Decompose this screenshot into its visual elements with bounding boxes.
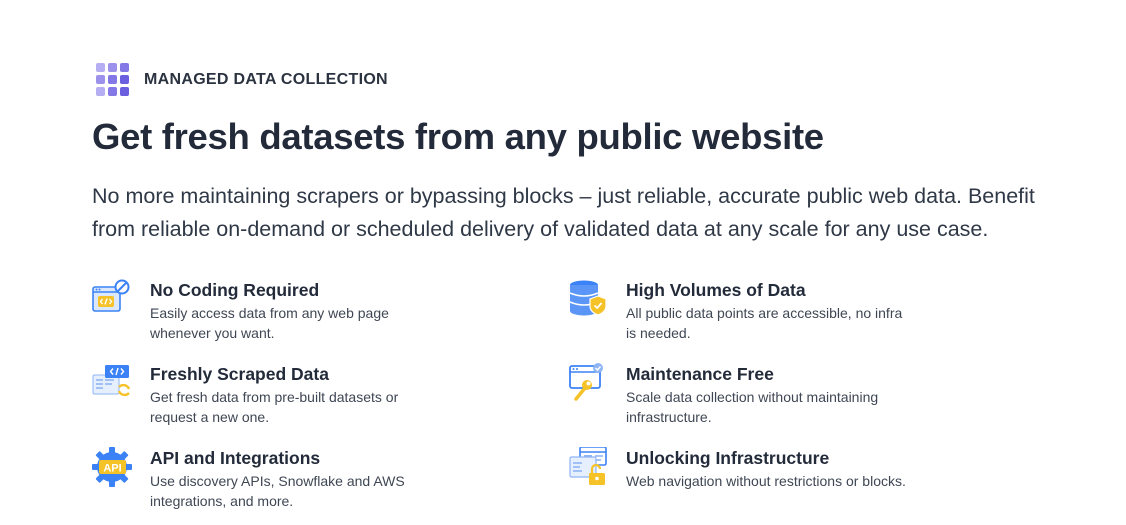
refresh-code-icon (92, 363, 132, 403)
feature-title: High Volumes of Data (626, 280, 806, 300)
feature-description: Get fresh data from pre-built datasets o… (150, 389, 399, 425)
feature-maintenance-free: Maintenance Free Scale data collection w… (568, 363, 916, 427)
page-title: Get fresh datasets from any public websi… (92, 116, 824, 157)
grid-dot (96, 87, 105, 96)
feature-unlocking-infrastructure: Unlocking Infrastructure Web navigation … (568, 446, 916, 492)
page-description: No more maintaining scrapers or bypassin… (92, 184, 1035, 241)
feature-description: All public data points are accessible, n… (626, 305, 903, 341)
feature-high-volumes: High Volumes of Data All public data poi… (568, 279, 916, 343)
api-gear-icon: API (92, 447, 132, 487)
section-eyebrow: MANAGED DATA COLLECTION (96, 63, 388, 97)
grid-dot (96, 75, 105, 84)
grid-dot (120, 87, 129, 96)
eyebrow-label: MANAGED DATA COLLECTION (144, 71, 388, 88)
grid-dot (108, 75, 117, 84)
feature-title: Freshly Scraped Data (150, 364, 329, 384)
unlock-window-icon (568, 446, 608, 487)
feature-no-coding: No Coding Required Easily access data fr… (92, 279, 440, 343)
svg-text:API: API (103, 463, 121, 475)
grid-dot (108, 63, 117, 72)
feature-description: Scale data collection without maintainin… (626, 389, 879, 425)
feature-title: API and Integrations (150, 448, 321, 468)
feature-description: Web navigation without restrictions or b… (626, 473, 906, 489)
wrench-window-icon (568, 363, 608, 403)
grid-dot (96, 63, 105, 72)
feature-title: No Coding Required (150, 280, 320, 300)
grid-dot (120, 63, 129, 72)
grid-dot (108, 87, 117, 96)
feature-api-integrations: API API and Integrations Use discovery A… (92, 447, 440, 511)
feature-description: Use discovery APIs, Snowflake and AWS in… (150, 473, 405, 509)
database-shield-icon (568, 279, 608, 319)
code-browser-icon (92, 279, 132, 319)
feature-title: Unlocking Infrastructure (626, 448, 830, 468)
feature-title: Maintenance Free (626, 364, 774, 384)
grid-dot (120, 75, 129, 84)
feature-description: Easily access data from any web page whe… (150, 305, 389, 341)
grid-icon (96, 63, 130, 97)
feature-freshly-scraped: Freshly Scraped Data Get fresh data from… (92, 363, 440, 427)
